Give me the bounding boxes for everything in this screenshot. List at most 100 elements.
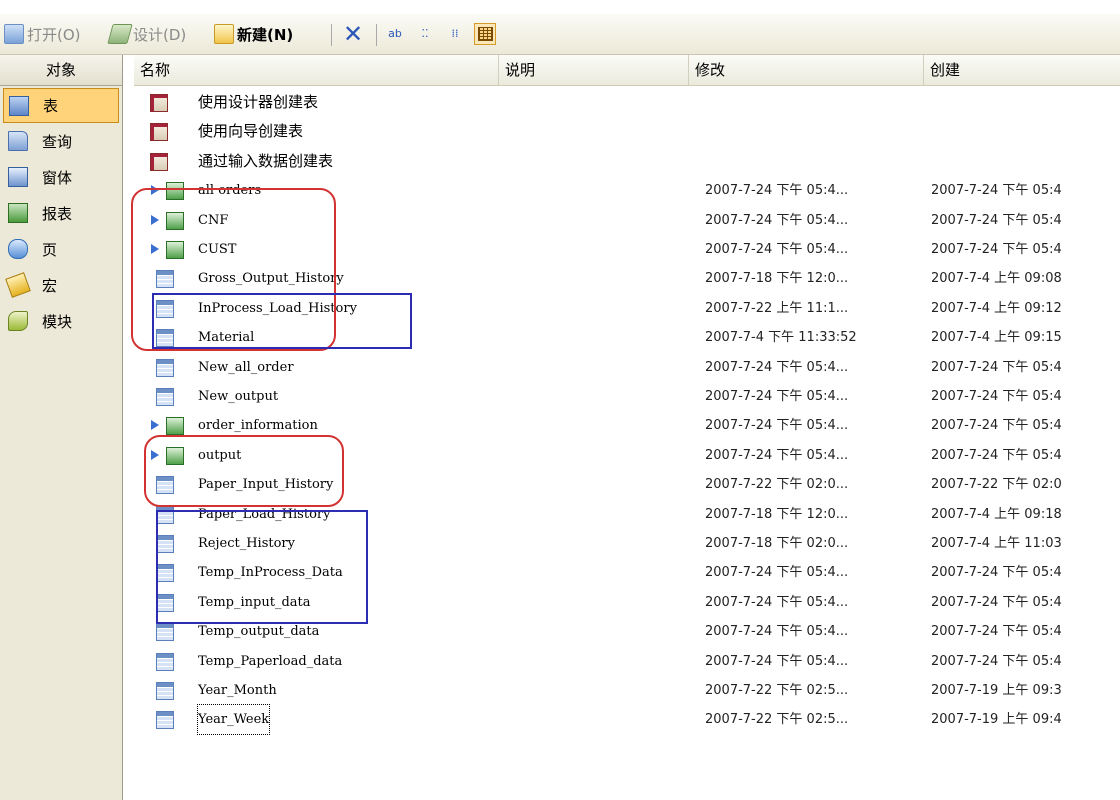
row-name: New_output [198,389,279,404]
table-row[interactable]: Year_Month 2007-7-22 下午 02:5... 2007-7-19 … [134,676,1120,705]
row-created: 2007-7-24 下午 05:4 [931,418,1062,434]
row-created: 2007-7-4 上午 09:08 [931,271,1062,287]
open-button[interactable]: 打开(O) [4,20,81,48]
linked-excel-table-icon [166,241,184,259]
row-created: 2007-7-22 下午 02:0 [931,477,1062,493]
row-name: Paper_Input_History [198,477,334,493]
object-item-label: 查询 [42,132,73,151]
row-name: Year_Week [196,704,271,736]
table-row[interactable]: Paper_Load_History 2007-7-18 下午 12:0... 20… [134,500,1120,529]
open-label: 打开(O) [27,25,81,44]
form-icon [8,167,28,187]
table-row[interactable]: CUST 2007-7-24 下午 05:4... 2007-7-24 下午 05:… [134,235,1120,264]
table-row[interactable]: Temp_output_data 2007-7-24 下午 05:4... 2007… [134,617,1120,646]
wizard-shortcut-icon [150,94,168,112]
object-item-label: 表 [43,97,59,115]
list-view-button[interactable]: ⁞⁞ [444,23,466,45]
table-row[interactable]: 使用向导创建表 [134,117,1120,146]
table-row[interactable]: output 2007-7-24 下午 05:4... 2007-7-24 下午 0… [134,441,1120,470]
row-name: Temp_InProcess_Data [198,565,343,581]
delete-icon[interactable]: ✕ [343,22,363,46]
design-button[interactable]: 设计(D) [107,20,187,48]
details-view-icon [477,27,493,41]
table-row[interactable]: Material 2007-7-4 下午 11:33:52 2007-7-4 上午 … [134,323,1120,352]
table-list: 名称 说明 修改 创建 使用设计器创建表使用向导创建表通过输入数据创建表 all … [131,55,1120,800]
object-item-macros[interactable]: 宏 [0,267,122,303]
table-row[interactable]: 通过输入数据创建表 [134,147,1120,176]
table-row[interactable]: Temp_InProcess_Data 2007-7-24 下午 05:4... 2… [134,558,1120,587]
column-header-created[interactable]: 创建 [924,55,1120,85]
row-name: order_information [198,418,318,434]
table-icon [156,682,174,700]
table-row[interactable]: Paper_Input_History 2007-7-22 下午 02:0... 2… [134,470,1120,499]
table-row[interactable]: Temp_input_data 2007-7-24 下午 05:4... 2007-… [134,588,1120,617]
object-item-queries[interactable]: 查询 [0,123,122,159]
report-icon [8,203,28,223]
row-name: Year_Month [198,683,277,698]
row-modified: 2007-7-24 下午 05:4... [705,447,849,463]
table-icon [156,564,174,583]
table-row[interactable]: InProcess_Load_History 2007-7-22 上午 11:1.… [134,294,1120,323]
row-modified: 2007-7-24 下午 05:4... [705,212,849,228]
row-name: output [198,447,242,463]
top-strip [0,0,1120,15]
row-modified: 2007-7-4 下午 11:33:52 [705,330,857,346]
row-modified: 2007-7-24 下午 05:4... [705,242,849,257]
object-item-reports[interactable]: 报表 [0,195,122,231]
object-item-pages[interactable]: 页 [0,231,122,267]
row-name: all orders [198,183,262,199]
link-arrow-icon [151,185,159,196]
objects-bar: 对象 表 查询 窗体 报表 页 宏 模块 [0,55,123,800]
object-item-tables[interactable]: 表 [3,88,119,123]
table-row[interactable]: Reject_History 2007-7-18 下午 02:0... 2007-7… [134,529,1120,558]
row-modified: 2007-7-22 下午 02:5... [705,712,849,728]
table-icon [156,358,174,377]
large-icons-view-button[interactable]: ab [384,23,406,45]
table-row[interactable]: Gross_Output_History 2007-7-18 下午 12:0...… [134,264,1120,293]
table-icon [156,711,174,730]
table-row[interactable]: New_output 2007-7-24 下午 05:4... 2007-7-24 … [134,382,1120,411]
module-icon [8,311,28,331]
row-modified: 2007-7-24 下午 05:4... [705,183,849,199]
row-created: 2007-7-4 上午 09:15 [931,330,1062,346]
row-name: CNF [198,212,229,228]
row-modified: 2007-7-24 下午 05:4... [705,624,849,640]
row-created: 2007-7-4 上午 09:18 [931,506,1062,522]
row-modified: 2007-7-24 下午 05:4... [705,418,849,434]
row-modified: 2007-7-22 下午 02:0... [705,477,849,493]
row-created: 2007-7-24 下午 05:4 [931,242,1062,257]
object-item-modules[interactable]: 模块 [0,303,122,339]
table-icon [156,505,174,524]
linked-excel-table-icon [166,446,184,465]
details-view-button[interactable] [474,23,496,45]
table-row[interactable]: New_all_order 2007-7-24 下午 05:4... 2007-7-… [134,353,1120,382]
new-button[interactable]: 新建(N) [214,20,293,48]
column-header-name[interactable]: 名称 [134,55,499,85]
column-header-description[interactable]: 说明 [499,55,689,85]
new-label: 新建(N) [237,25,294,44]
open-icon [4,24,24,44]
row-name: Reject_History [198,536,295,551]
objects-header: 对象 [0,55,122,86]
table-icon [156,535,174,553]
object-item-forms[interactable]: 窗体 [0,159,122,195]
row-modified: 2007-7-18 下午 12:0... [705,271,849,287]
row-created: 2007-7-24 下午 05:4 [931,212,1062,228]
row-name: Temp_Paperload_data [198,653,343,669]
table-row[interactable]: all orders 2007-7-24 下午 05:4... 2007-7-24 … [134,176,1120,205]
table-row[interactable]: Temp_Paperload_data 2007-7-24 下午 05:4... 2… [134,647,1120,676]
table-row[interactable]: Year_Week 2007-7-22 下午 02:5... 2007-7-19 上… [134,704,1120,736]
column-header-modified[interactable]: 修改 [689,55,924,85]
row-created: 2007-7-24 下午 05:4 [931,565,1062,581]
row-created: 2007-7-24 下午 05:4 [931,183,1062,199]
table-row[interactable]: order_information 2007-7-24 下午 05:4... 200… [134,411,1120,440]
table-row[interactable]: CNF 2007-7-24 下午 05:4... 2007-7-24 下午 05:4 [134,206,1120,235]
row-name: 使用设计器创建表 [198,93,319,111]
design-label: 设计(D) [133,25,187,44]
row-created: 2007-7-4 上午 11:03 [931,536,1062,551]
row-created: 2007-7-24 下午 05:4 [931,447,1062,463]
row-name: 通过输入数据创建表 [198,151,334,170]
small-icons-view-button[interactable]: ⁚⁚ [414,23,436,45]
table-row[interactable]: 使用设计器创建表 [134,88,1120,117]
design-icon [107,24,133,44]
